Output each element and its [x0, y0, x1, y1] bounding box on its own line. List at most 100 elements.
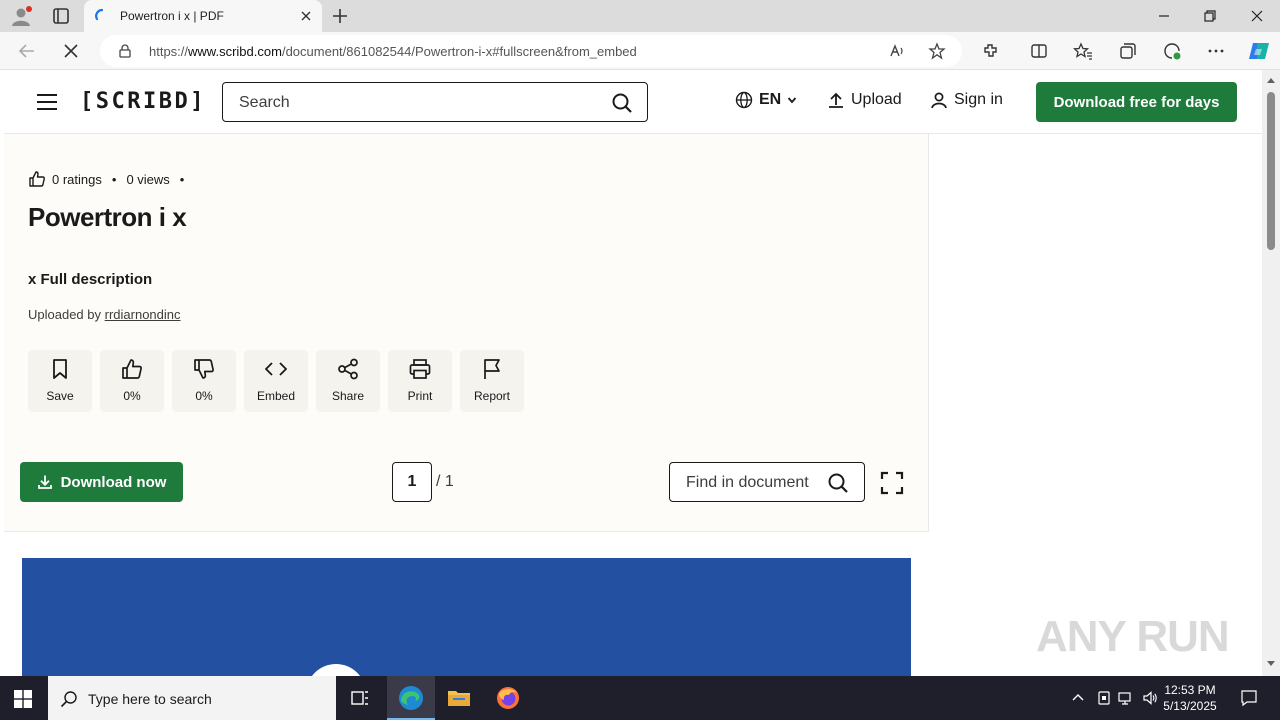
uploaded-by: Uploaded by rrdiarnondinc	[28, 307, 181, 322]
active-tab[interactable]: Powertron i x | PDF	[84, 0, 322, 32]
views-count: 0 views	[126, 171, 170, 187]
thumbs-down-icon	[194, 359, 214, 379]
page-scrollbar[interactable]	[1262, 70, 1280, 676]
scroll-down-icon[interactable]	[1266, 660, 1276, 668]
embed-button[interactable]: Embed	[244, 350, 308, 412]
print-label: Print	[407, 389, 433, 403]
url-domain: www.scribd.com	[188, 44, 282, 59]
firefox-taskbar-button[interactable]	[484, 676, 532, 720]
favorites-icon[interactable]	[1073, 41, 1093, 61]
collections-icon[interactable]	[1118, 41, 1138, 61]
device-icon[interactable]	[1096, 690, 1112, 706]
favorite-star-icon[interactable]	[928, 42, 946, 60]
copilot-icon[interactable]	[1247, 39, 1271, 63]
browser-tab-bar: Powertron i x | PDF	[0, 0, 1280, 32]
anyrun-watermark: ANY RUN	[1036, 612, 1230, 661]
upload-button[interactable]: Upload	[827, 91, 902, 109]
edge-taskbar-button[interactable]	[387, 676, 435, 720]
taskbar-search-placeholder: Type here to search	[88, 691, 212, 707]
address-toolbar: https://www.scribd.com/document/86108254…	[0, 32, 1280, 70]
loading-favicon-icon	[95, 8, 104, 21]
globe-icon	[735, 91, 753, 109]
find-placeholder: Find in document	[686, 474, 809, 491]
download-free-label: Download free for days	[1053, 93, 1220, 111]
url-text[interactable]: https://www.scribd.com/document/86108254…	[149, 44, 637, 59]
language-label: EN	[759, 91, 782, 108]
firefox-icon	[497, 687, 519, 709]
download-icon	[37, 475, 52, 489]
download-now-button[interactable]: Download now	[20, 462, 183, 502]
profile-icon[interactable]	[10, 5, 32, 27]
scribd-logo[interactable]: [SCRIBD]	[80, 89, 206, 114]
rate-up-button[interactable]: 0%	[100, 350, 164, 412]
share-button[interactable]: Share	[316, 350, 380, 412]
show-hidden-icons-icon[interactable]	[1070, 690, 1086, 706]
page-number-input[interactable]: 1	[392, 462, 432, 502]
page-total: / 1	[436, 473, 454, 490]
search-icon	[60, 691, 77, 708]
url-field[interactable]: https://www.scribd.com/document/86108254…	[100, 35, 962, 67]
search-icon[interactable]	[827, 472, 849, 494]
download-free-button[interactable]: Download free for days	[1036, 82, 1237, 122]
upload-label: Upload	[851, 91, 902, 108]
fullscreen-icon[interactable]	[880, 471, 904, 495]
document-stats: 0 ratings • 0 views •	[28, 170, 188, 188]
minimize-icon[interactable]	[1154, 6, 1174, 26]
windows-start-icon[interactable]	[14, 690, 32, 708]
task-view-button[interactable]	[336, 676, 384, 720]
printer-icon	[409, 359, 431, 379]
scroll-up-icon[interactable]	[1266, 76, 1276, 84]
system-clock[interactable]: 12:53 PM 5/13/2025	[1160, 682, 1220, 714]
file-explorer-button[interactable]	[435, 676, 483, 720]
code-icon	[265, 362, 287, 376]
restore-icon[interactable]	[1200, 6, 1220, 26]
report-button[interactable]: Report	[460, 350, 524, 412]
chevron-down-icon	[788, 97, 797, 104]
more-options-icon[interactable]	[1206, 41, 1226, 61]
volume-icon[interactable]	[1142, 690, 1158, 706]
rate-down-button[interactable]: 0%	[172, 350, 236, 412]
share-icon	[338, 358, 358, 380]
windows-taskbar: Type here to search 12:53 PM 5/13/2025	[0, 676, 1280, 720]
scrollbar-thumb[interactable]	[1267, 92, 1275, 250]
download-now-label: Download now	[60, 473, 167, 491]
bookmark-icon	[53, 359, 67, 379]
new-tab-icon[interactable]	[330, 6, 350, 26]
description-heading[interactable]: x Full description	[28, 271, 152, 288]
notifications-icon[interactable]	[1240, 689, 1258, 707]
clock-date: 5/13/2025	[1163, 699, 1217, 713]
stop-loading-icon[interactable]	[60, 40, 82, 62]
save-button[interactable]: Save	[28, 350, 92, 412]
read-aloud-icon[interactable]	[888, 42, 906, 60]
print-button[interactable]: Print	[388, 350, 452, 412]
search-input[interactable]: Search	[222, 82, 648, 122]
language-selector[interactable]: EN	[735, 91, 797, 109]
browser-essentials-icon[interactable]	[1162, 41, 1182, 61]
search-icon[interactable]	[611, 92, 633, 114]
url-prefix: https://	[149, 44, 189, 59]
upload-icon	[829, 92, 843, 108]
sign-in-label: Sign in	[954, 91, 1003, 108]
close-tab-icon[interactable]	[298, 8, 314, 24]
split-screen-icon[interactable]	[1029, 41, 1049, 61]
search-placeholder: Search	[239, 94, 290, 111]
rate-down-label: 0%	[195, 389, 213, 403]
report-label: Report	[473, 389, 511, 403]
user-icon	[931, 92, 947, 109]
network-icon[interactable]	[1118, 690, 1134, 706]
separator-dot: •	[111, 171, 117, 187]
uploaded-by-prefix: Uploaded by	[28, 307, 101, 322]
close-window-icon[interactable]	[1247, 6, 1267, 26]
extensions-icon[interactable]	[981, 41, 1001, 61]
lock-icon[interactable]	[118, 44, 132, 58]
sign-in-button[interactable]: Sign in	[930, 91, 1003, 109]
clock-time: 12:53 PM	[1164, 683, 1216, 697]
menu-icon[interactable]	[36, 93, 58, 111]
tab-actions-icon[interactable]	[48, 6, 72, 26]
taskbar-search-box[interactable]: Type here to search	[48, 676, 336, 720]
back-icon[interactable]	[16, 40, 38, 62]
find-in-document-input[interactable]: Find in document	[669, 462, 865, 502]
uploader-link[interactable]: rrdiarnondinc	[105, 307, 181, 322]
folder-icon	[448, 691, 470, 706]
document-details-panel: 0 ratings • 0 views • Powertron i x x Fu…	[4, 134, 929, 532]
